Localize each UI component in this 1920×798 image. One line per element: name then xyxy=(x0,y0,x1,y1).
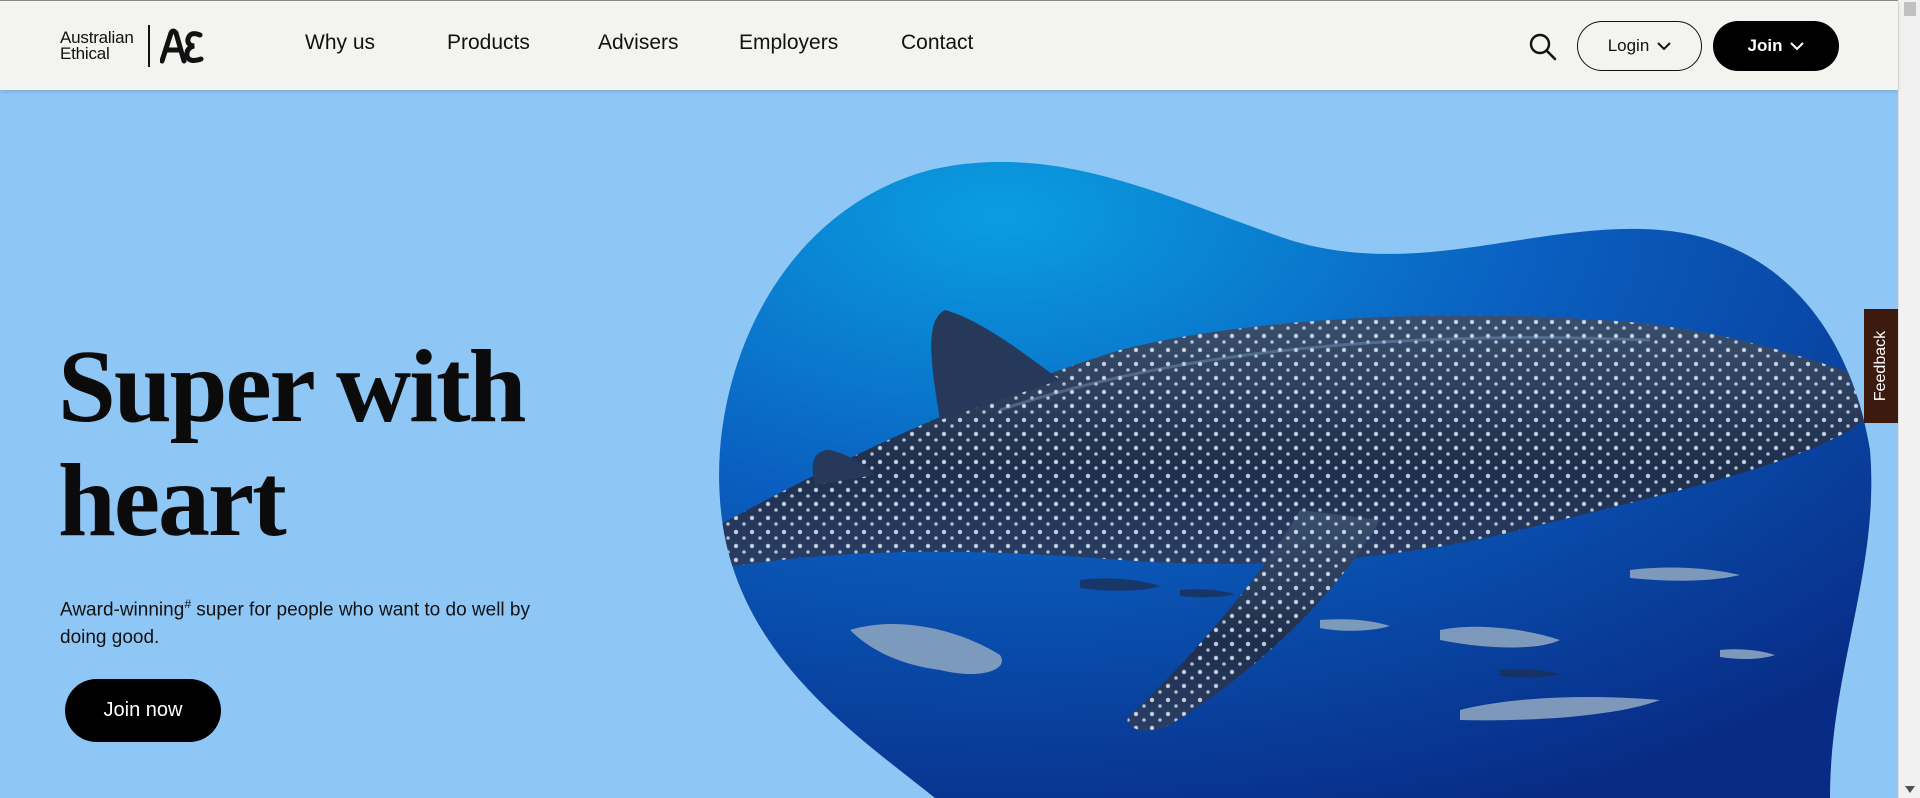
feedback-label: Feedback xyxy=(1872,330,1890,402)
scroll-down-arrow-icon[interactable] xyxy=(1905,786,1915,794)
nav-products[interactable]: Products xyxy=(447,31,530,55)
feedback-tab[interactable]: Feedback xyxy=(1864,309,1898,423)
ae-monogram-icon xyxy=(159,28,203,64)
hero-whale-shark-image xyxy=(719,161,1872,798)
nav-employers[interactable]: Employers xyxy=(739,31,838,55)
login-button-label: Login xyxy=(1607,36,1650,55)
brand-name: Australian Ethical xyxy=(60,29,144,63)
nav-contact[interactable]: Contact xyxy=(901,31,973,55)
scrollbar-thumb[interactable] xyxy=(1904,2,1916,16)
join-button-label: Join xyxy=(1747,36,1783,55)
join-button[interactable]: Join xyxy=(1713,21,1839,71)
nav-advisers[interactable]: Advisers xyxy=(598,31,679,55)
chevron-down-icon xyxy=(1790,42,1805,51)
brand-name-line2: Ethical xyxy=(60,44,110,63)
award-footnote-mark[interactable]: # xyxy=(184,597,191,611)
search-icon[interactable] xyxy=(1528,32,1558,62)
hero-subtitle-pre: Award-winning xyxy=(60,599,185,621)
brand-logo[interactable]: Australian Ethical xyxy=(60,25,204,67)
login-button[interactable]: Login xyxy=(1577,21,1702,71)
nav-why-us[interactable]: Why us xyxy=(305,31,375,55)
hero-subtitle: Award-winning# super for people who want… xyxy=(60,590,580,652)
page-scrollbar[interactable] xyxy=(1898,0,1920,798)
site-header: Australian Ethical Why us Products Advis… xyxy=(0,0,1898,90)
hero-title: Super with heart xyxy=(58,329,526,558)
chevron-down-icon xyxy=(1657,42,1672,51)
logo-divider xyxy=(148,25,150,67)
join-now-button[interactable]: Join now xyxy=(65,679,221,742)
